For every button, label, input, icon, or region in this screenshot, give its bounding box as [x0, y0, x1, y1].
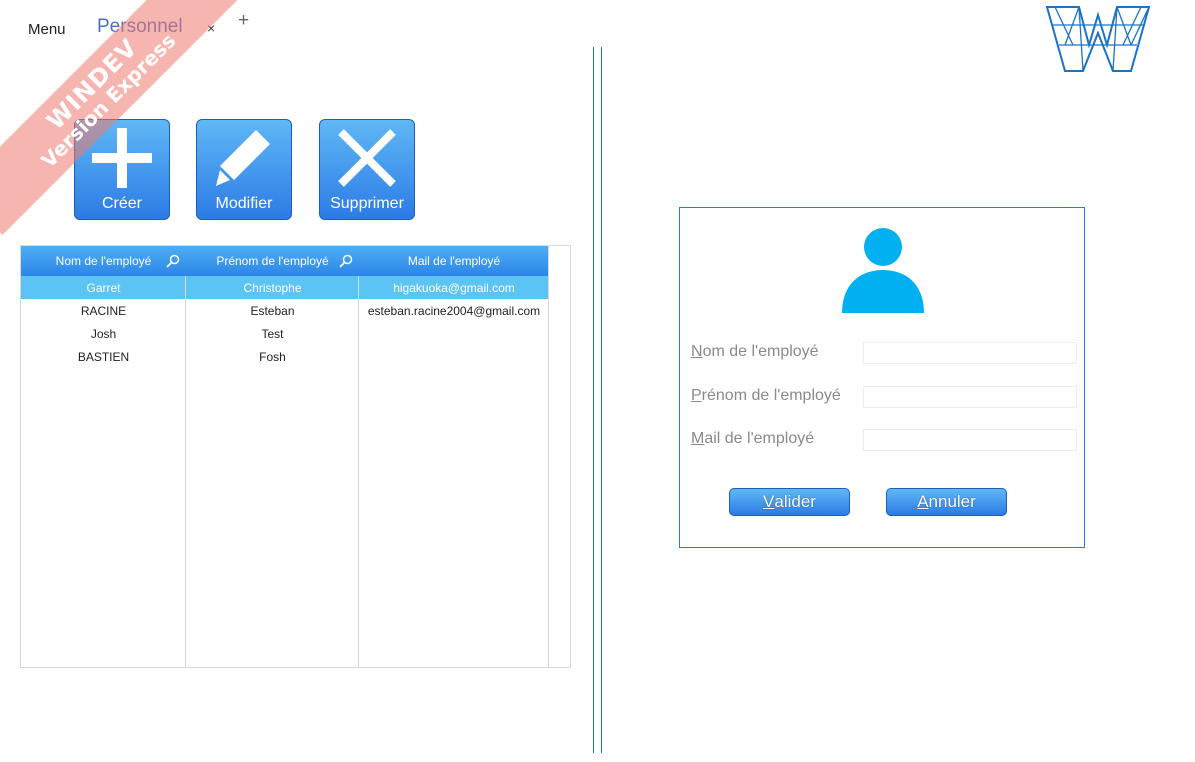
tab-personnel[interactable]: Personnel [97, 16, 183, 38]
mail-label: Mail de l'employé [691, 430, 814, 448]
search-nom-icon[interactable] [166, 254, 180, 268]
pencil-icon [216, 130, 270, 186]
edit-button[interactable]: Modifier [196, 119, 292, 220]
delete-button[interactable]: Supprimer [319, 119, 415, 220]
validate-accesskey: V [763, 492, 775, 511]
employee-table[interactable]: Nom de l'employé Prénom de l'employé Mai… [20, 245, 571, 668]
validate-label: alider [774, 492, 816, 511]
create-button-label: Créer [101, 195, 142, 212]
mail-input[interactable] [863, 429, 1077, 451]
tab-personnel-label: Personnel [97, 16, 183, 37]
vertical-scrollbar[interactable] [549, 246, 570, 667]
create-button[interactable]: Créer [74, 119, 170, 220]
divider-left-line [593, 47, 594, 753]
column-header-prenom[interactable]: Prénom de l'employé [186, 246, 359, 276]
cell-prenom: Christophe [243, 280, 302, 295]
column-header-prenom-label: Prénom de l'employé [216, 254, 329, 268]
cell-mail: esteban.racine2004@gmail.com [367, 303, 541, 318]
windev-logo [1045, 6, 1151, 72]
prenom-label-accesskey: P [691, 387, 702, 404]
delete-button-label: Supprimer [330, 195, 404, 212]
divider-right-line [601, 47, 602, 753]
table-row[interactable]: RACINE Esteban esteban.racine2004@gmail.… [21, 299, 549, 322]
plus-icon [92, 128, 152, 188]
cell-nom: BASTIEN [77, 349, 130, 364]
column-separator [185, 276, 186, 667]
mail-label-text: ail de l'employé [704, 430, 815, 447]
table-header: Nom de l'employé Prénom de l'employé Mai… [21, 246, 549, 276]
prenom-input[interactable] [863, 386, 1077, 408]
user-silhouette-icon [842, 228, 924, 313]
cell-prenom: Fosh [259, 349, 286, 364]
nom-label-text: om de l'employé [702, 343, 819, 360]
prenom-label: Prénom de l'employé [691, 387, 841, 405]
column-header-mail[interactable]: Mail de l'employé [359, 246, 549, 276]
cell-mail: higakuoka@gmail.com [393, 280, 515, 295]
column-header-mail-label: Mail de l'employé [407, 254, 501, 268]
nom-label: Nom de l'employé [691, 343, 819, 361]
menu-button[interactable]: Menu [28, 21, 66, 38]
column-separator [358, 276, 359, 667]
cell-prenom: Esteban [250, 303, 295, 318]
nom-label-accesskey: N [691, 343, 703, 360]
table-row[interactable]: BASTIEN Fosh [21, 345, 549, 368]
cancel-button[interactable]: Annuler [886, 488, 1007, 516]
column-header-nom[interactable]: Nom de l'employé [21, 246, 186, 276]
cross-icon [338, 129, 396, 187]
nom-input[interactable] [863, 342, 1077, 364]
employee-form: Nom de l'employé Prénom de l'employé Mai… [679, 207, 1085, 548]
cell-mail [359, 345, 549, 368]
add-tab-icon[interactable]: + [238, 10, 249, 32]
search-prenom-icon[interactable] [339, 254, 353, 268]
prenom-label-text: rénom de l'employé [701, 387, 841, 404]
edit-button-label: Modifier [215, 195, 273, 212]
table-row[interactable]: Garret Christophe higakuoka@gmail.com [21, 276, 549, 299]
cell-nom: Garret [86, 280, 121, 295]
cancel-label: nnuler [928, 492, 976, 511]
cell-nom: RACINE [80, 303, 127, 318]
cell-nom: Josh [90, 326, 117, 341]
mail-label-accesskey: M [691, 430, 705, 447]
cell-prenom: Test [261, 326, 284, 341]
column-header-nom-label: Nom de l'employé [55, 254, 152, 268]
cell-mail [359, 322, 549, 345]
table-row[interactable]: Josh Test [21, 322, 549, 345]
tab-close-icon[interactable]: × [207, 20, 215, 36]
validate-button[interactable]: Valider [729, 488, 850, 516]
cancel-accesskey: A [917, 492, 929, 511]
